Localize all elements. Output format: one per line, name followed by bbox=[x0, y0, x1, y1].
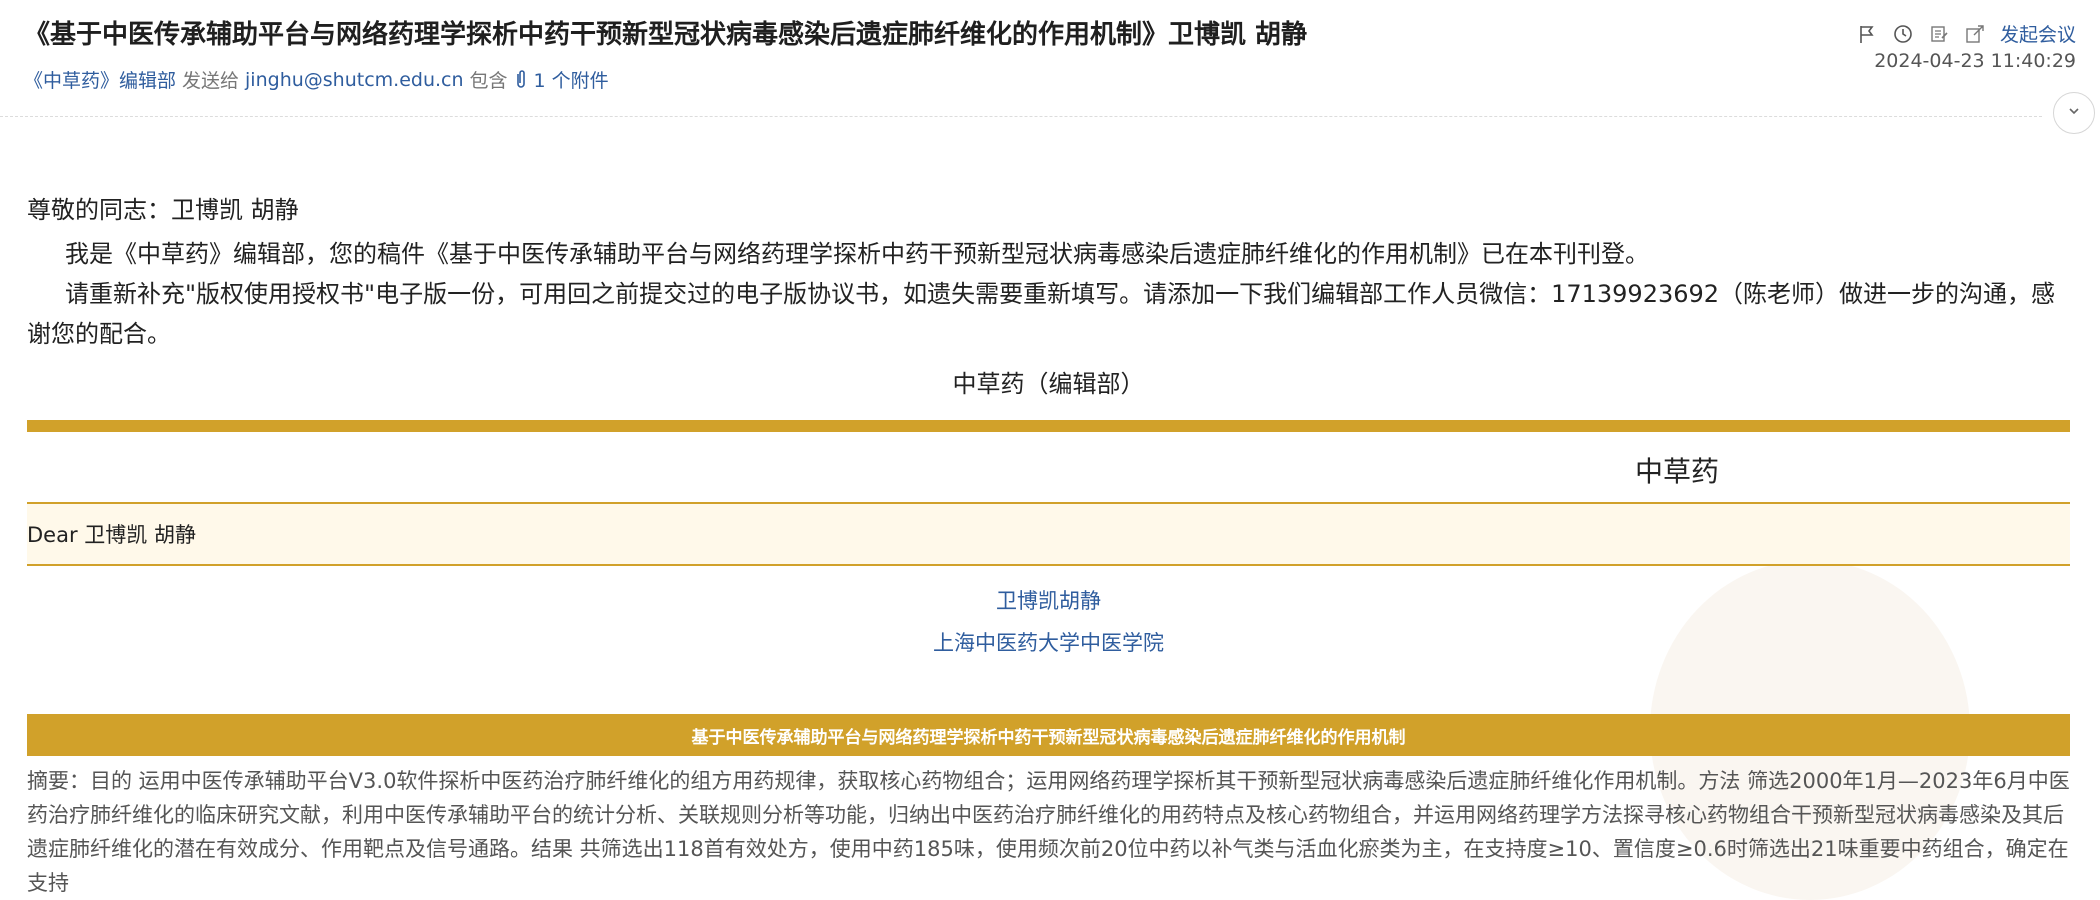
greeting: 尊敬的同志：卫博凯 胡静 bbox=[27, 196, 299, 224]
note-icon[interactable] bbox=[1928, 23, 1950, 45]
share-icon[interactable] bbox=[1964, 23, 1986, 45]
email-body: 尊敬的同志：卫博凯 胡静 我是《中草药》编辑部，您的稿件《基于中医传承辅助平台与… bbox=[27, 140, 2070, 900]
dear-row: Dear 卫博凯 胡静 bbox=[27, 502, 2070, 566]
article-title: 基于中医传承辅助平台与网络药理学探析中药干预新型冠状病毒感染后遗症肺纤维化的作用… bbox=[691, 727, 1406, 748]
expand-button[interactable] bbox=[2053, 92, 2095, 134]
attachments-link[interactable]: 1 个附件 bbox=[534, 66, 609, 93]
chevron-down-icon bbox=[2066, 103, 2082, 123]
brand-row: 中草药 bbox=[27, 432, 2070, 502]
journal-brand: 中草药 bbox=[1635, 455, 1720, 488]
article-title-bar: 基于中医传承辅助平台与网络药理学探析中药干预新型冠状病毒感染后遗症肺纤维化的作用… bbox=[27, 714, 2070, 756]
body-paragraph-1: 我是《中草药》编辑部，您的稿件《基于中医传承辅助平台与网络药理学探析中药干预新型… bbox=[65, 240, 1649, 268]
email-meta: 《中草药》编辑部 发送给 jinghu@shutcm.edu.cn 包含 1 个… bbox=[24, 66, 609, 93]
recipient-link[interactable]: jinghu@shutcm.edu.cn bbox=[245, 69, 464, 91]
sender-link[interactable]: 《中草药》编辑部 bbox=[24, 66, 176, 93]
author-block: 卫博凯胡静 上海中医药大学中医学院 bbox=[27, 580, 2070, 664]
body-paragraph-2: 请重新补充"版权使用授权书"电子版一份，可用回之前提交过的电子版协议书，如遗失需… bbox=[27, 280, 2056, 348]
email-subject: 《基于中医传承辅助平台与网络药理学探析中药干预新型冠状病毒感染后遗症肺纤维化的作… bbox=[24, 20, 1308, 50]
email-header: 《基于中医传承辅助平台与网络药理学探析中药干预新型冠状病毒感染后遗症肺纤维化的作… bbox=[0, 0, 2100, 116]
email-datetime: 2024-04-23 11:40:29 bbox=[1874, 50, 2076, 72]
email-toolbar: 发起会议 bbox=[1856, 20, 2076, 47]
article-abstract: 摘要：目的 运用中医传承辅助平台V3.0软件探析中医药治疗肺纤维化的组方用药规律… bbox=[27, 769, 2070, 895]
dear-line: Dear 卫博凯 胡静 bbox=[27, 523, 196, 547]
start-meeting-button[interactable]: 发起会议 bbox=[2000, 20, 2076, 47]
signature: 中草药（编辑部） bbox=[952, 370, 1145, 398]
header-divider bbox=[0, 116, 2042, 117]
author-names: 卫博凯胡静 bbox=[996, 589, 1101, 613]
clock-icon[interactable] bbox=[1892, 23, 1914, 45]
paperclip-icon bbox=[512, 69, 530, 91]
author-affiliation: 上海中医药大学中医学院 bbox=[933, 631, 1164, 655]
contains-label: 包含 bbox=[469, 70, 508, 92]
sent-to-label: 发送给 bbox=[182, 70, 240, 92]
gold-divider bbox=[27, 420, 2070, 432]
flag-icon[interactable] bbox=[1856, 23, 1878, 45]
